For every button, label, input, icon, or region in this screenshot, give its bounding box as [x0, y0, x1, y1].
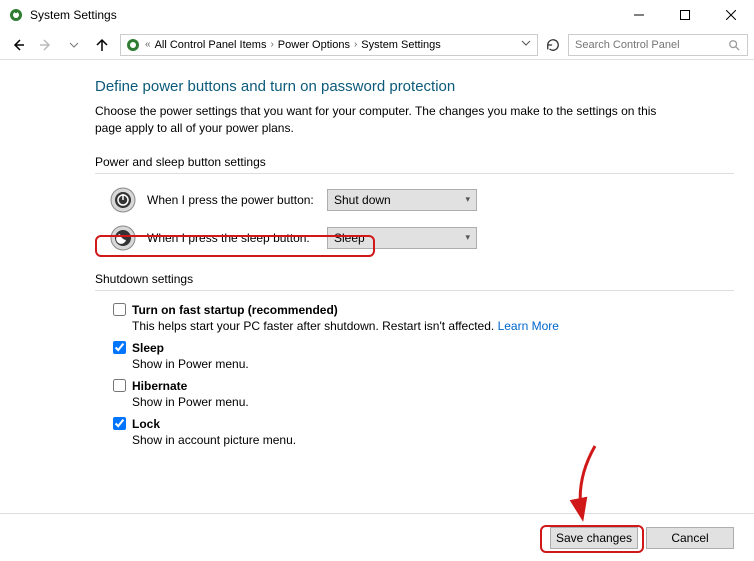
- maximize-button[interactable]: [662, 0, 708, 30]
- section-divider: [95, 173, 734, 174]
- chevron-right-icon: «: [143, 39, 153, 50]
- lock-label: Lock: [132, 417, 160, 431]
- lock-desc: Show in account picture menu.: [113, 433, 734, 447]
- close-button[interactable]: [708, 0, 754, 30]
- sleep-desc: Show in Power menu.: [113, 357, 734, 371]
- chevron-right-icon: ›: [352, 39, 359, 50]
- sleep-item: Sleep Show in Power menu.: [95, 341, 734, 371]
- window-controls: [616, 0, 754, 30]
- dropdown-value: Sleep: [334, 231, 365, 245]
- search-icon: [727, 38, 741, 52]
- hibernate-label: Hibernate: [132, 379, 187, 393]
- minimize-button[interactable]: [616, 0, 662, 30]
- save-changes-button[interactable]: Save changes: [550, 527, 638, 549]
- app-icon: [8, 7, 24, 23]
- fast-startup-item: Turn on fast startup (recommended) This …: [95, 303, 734, 333]
- breadcrumb-item[interactable]: Power Options: [278, 39, 350, 51]
- sleep-checkbox[interactable]: [113, 341, 126, 354]
- dropdown-value: Shut down: [334, 193, 391, 207]
- up-button[interactable]: [90, 33, 114, 57]
- breadcrumb[interactable]: « All Control Panel Items › Power Option…: [120, 34, 538, 56]
- breadcrumb-item[interactable]: System Settings: [361, 39, 440, 51]
- title-bar: System Settings: [0, 0, 754, 30]
- fast-startup-desc: This helps start your PC faster after sh…: [113, 319, 734, 333]
- sleep-button-dropdown[interactable]: Sleep ▾: [327, 227, 477, 249]
- section-divider: [95, 290, 734, 291]
- footer-bar: Save changes Cancel: [0, 513, 754, 561]
- sleep-button-label: When I press the sleep button:: [147, 231, 327, 245]
- hibernate-item: Hibernate Show in Power menu.: [95, 379, 734, 409]
- learn-more-link[interactable]: Learn More: [498, 319, 559, 333]
- back-button[interactable]: [6, 33, 30, 57]
- power-button-row: When I press the power button: Shut down…: [95, 186, 734, 214]
- breadcrumb-item[interactable]: All Control Panel Items: [155, 39, 267, 51]
- search-box[interactable]: [568, 34, 748, 56]
- fast-startup-label: Turn on fast startup (recommended): [132, 303, 338, 317]
- breadcrumb-dropdown-icon[interactable]: [521, 38, 533, 51]
- nav-bar: « All Control Panel Items › Power Option…: [0, 30, 754, 60]
- power-button-dropdown[interactable]: Shut down ▾: [327, 189, 477, 211]
- sleep-label: Sleep: [132, 341, 164, 355]
- chevron-down-icon: ▾: [465, 232, 470, 243]
- refresh-button[interactable]: [542, 34, 564, 56]
- hibernate-desc: Show in Power menu.: [113, 395, 734, 409]
- hibernate-checkbox[interactable]: [113, 379, 126, 392]
- search-input[interactable]: [575, 39, 723, 51]
- power-icon: [109, 186, 137, 214]
- cancel-button[interactable]: Cancel: [646, 527, 734, 549]
- fast-startup-checkbox[interactable]: [113, 303, 126, 316]
- lock-checkbox[interactable]: [113, 417, 126, 430]
- sleep-icon: [109, 224, 137, 252]
- lock-item: Lock Show in account picture menu.: [95, 417, 734, 447]
- chevron-down-icon: ▾: [465, 194, 470, 205]
- chevron-right-icon: ›: [268, 39, 275, 50]
- section-label-power: Power and sleep button settings: [95, 155, 734, 169]
- breadcrumb-icon: [125, 37, 141, 53]
- forward-button[interactable]: [34, 33, 58, 57]
- window-title: System Settings: [30, 8, 616, 22]
- page-intro: Choose the power settings that you want …: [95, 103, 675, 137]
- recent-dropdown[interactable]: [62, 33, 86, 57]
- sleep-button-row: When I press the sleep button: Sleep ▾: [95, 224, 734, 252]
- section-label-shutdown: Shutdown settings: [95, 272, 734, 286]
- power-button-label: When I press the power button:: [147, 193, 327, 207]
- page-heading: Define power buttons and turn on passwor…: [95, 78, 734, 95]
- content-area: Define power buttons and turn on passwor…: [0, 60, 754, 513]
